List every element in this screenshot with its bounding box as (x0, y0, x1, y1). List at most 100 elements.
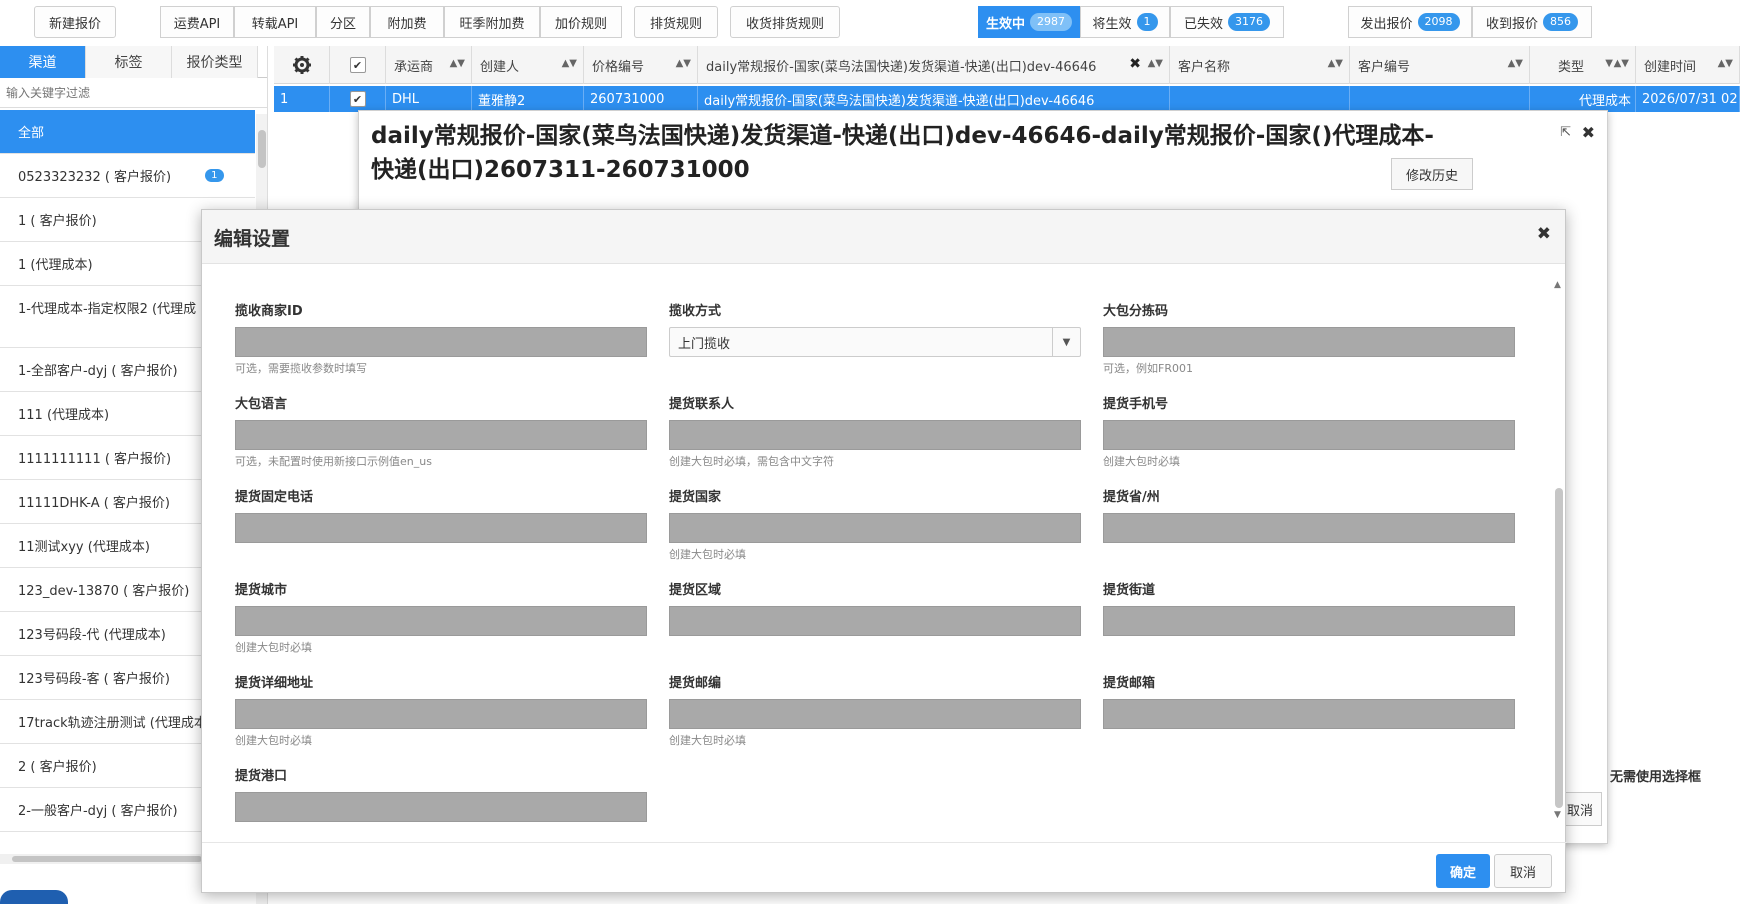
field-label: 大包分拣码 (1103, 304, 1169, 319)
field-label: 揽收商家ID (235, 304, 303, 319)
dialog-footer: 确定 取消 (202, 842, 1567, 892)
peak-surcharge-button[interactable]: 旺季附加费 (444, 6, 540, 38)
list-item-label: 11111DHK-A ( 客户报价) (18, 496, 171, 511)
col-carrier[interactable]: 承运商 ▲▼ (386, 46, 472, 84)
field-label: 提货手机号 (1103, 397, 1169, 412)
pickup-method-value: 上门揽收 (678, 336, 731, 352)
pickup-street-input[interactable] (1103, 606, 1515, 636)
pickup-method-select[interactable]: 上门揽收 ▼ (669, 327, 1081, 357)
receive-shipping-rule-button[interactable]: 收货排货规则 (730, 6, 840, 38)
select-all-checkbox[interactable]: ✔ (330, 46, 386, 84)
close-icon[interactable]: ✖ (1537, 224, 1551, 244)
tab-tag[interactable]: 标签 (86, 46, 172, 78)
pickup-province-input[interactable] (1103, 513, 1515, 543)
sort-icon: ▲▼ (1327, 58, 1343, 69)
field-bag-sort-code: 大包分拣码 可选，例如FR001 (1103, 300, 1515, 375)
field-pickup-email: 提货邮箱 (1103, 672, 1515, 729)
external-link-icon[interactable]: ⇱ (1560, 125, 1571, 140)
row-creator: 董雅静2 (472, 86, 584, 112)
field-label: 提货固定电话 (235, 490, 314, 505)
list-item-label: 1 (代理成本) (18, 258, 93, 273)
quote-detail-title: daily常规报价-国家(菜鸟法国快递)发货渠道-快递(出口)dev-46646… (371, 123, 1434, 183)
chevron-down-icon: ▼ (1052, 328, 1080, 356)
zone-button[interactable]: 分区 (316, 6, 370, 38)
settings-gear-icon[interactable] (274, 46, 330, 84)
sort-icon: ▲▼ (561, 58, 577, 69)
scroll-down-icon[interactable]: ▼ (1554, 810, 1561, 820)
col-created-time-label: 创建时间 (1644, 59, 1697, 75)
col-type[interactable]: 类型 ▼ ▲▼ (1530, 46, 1636, 84)
new-quote-button[interactable]: 新建报价 (34, 6, 116, 38)
pickup-contact-input[interactable] (669, 420, 1081, 450)
tab-expired-label: 已失效 (1183, 16, 1223, 32)
left-hscrollbar-thumb[interactable] (12, 856, 202, 862)
pickup-district-input[interactable] (669, 606, 1081, 636)
filter-input[interactable] (0, 78, 267, 108)
bag-language-input[interactable] (235, 420, 647, 450)
transfer-api-button[interactable]: 转载API (234, 6, 316, 38)
field-label: 揽收方式 (669, 304, 722, 319)
surcharge-button[interactable]: 附加费 (370, 6, 444, 38)
chat-bubble[interactable] (0, 890, 68, 904)
field-hint: 可选，需要揽收参数时填写 (235, 362, 367, 375)
bag-sort-code-input[interactable] (1103, 327, 1515, 357)
dropdown-caret-icon[interactable]: ▼ (1605, 58, 1613, 69)
tab-sent-quotes-label: 发出报价 (1360, 16, 1413, 32)
shipping-rule-button[interactable]: 排货规则 (634, 6, 718, 38)
list-item-label: 2 ( 客户报价) (18, 760, 97, 775)
col-price-no[interactable]: 价格编号 ▲▼ (584, 46, 698, 84)
list-item-label: 2-一般客户-dyj ( 客户报价) (18, 804, 178, 819)
row-checkbox[interactable]: ✔ (330, 86, 386, 112)
field-label: 提货省/州 (1103, 490, 1160, 505)
list-item-label: 0523323232 ( 客户报价) (18, 170, 172, 185)
pickup-mobile-input[interactable] (1103, 420, 1515, 450)
pickup-port-input[interactable] (235, 792, 647, 822)
col-created-time[interactable]: 创建时间 ▲▼ (1636, 46, 1740, 84)
close-icon[interactable]: ✖ (1582, 123, 1595, 142)
list-item[interactable]: 0523323232 ( 客户报价) 1 (0, 154, 255, 198)
col-carrier-label: 承运商 (394, 59, 434, 75)
col-customer-no[interactable]: 客户编号 ▲▼ (1350, 46, 1530, 84)
freight-api-button[interactable]: 运费API (160, 6, 234, 38)
cancel-button[interactable]: 取消 (1494, 854, 1552, 888)
tab-effective-count: 2987 (1030, 13, 1072, 31)
edit-history-button[interactable]: 修改历史 (1391, 158, 1473, 190)
scroll-up-icon[interactable]: ▲ (1554, 280, 1561, 290)
col-creator[interactable]: 创建人 ▲▼ (472, 46, 584, 84)
list-item-label: 123_dev-13870 ( 客户报价) (18, 584, 190, 599)
col-name-filter[interactable]: daily常规报价-国家(菜鸟法国快递)发货渠道-快递(出口)dev-46646… (698, 46, 1170, 84)
list-item[interactable]: 全部 (0, 110, 255, 154)
dialog-title: 编辑设置 (214, 228, 291, 250)
tab-channel[interactable]: 渠道 (0, 46, 86, 78)
tab-quote-type[interactable]: 报价类型 (172, 46, 258, 78)
tab-received-quotes-count: 856 (1543, 13, 1578, 31)
pickup-merchant-id-input[interactable] (235, 327, 647, 357)
field-label: 提货国家 (669, 490, 722, 505)
pickup-email-input[interactable] (1103, 699, 1515, 729)
field-label: 提货街道 (1103, 583, 1156, 598)
app-root: 新建报价 运费API 转载API 分区 附加费 旺季附加费 加价规则 排货规则 … (0, 0, 1740, 904)
pickup-country-input[interactable] (669, 513, 1081, 543)
pickup-postcode-input[interactable] (669, 699, 1081, 729)
clear-filter-icon[interactable]: ✖ (1129, 56, 1141, 72)
pickup-city-input[interactable] (235, 606, 647, 636)
confirm-button[interactable]: 确定 (1436, 854, 1490, 888)
field-pickup-landline: 提货固定电话 (235, 486, 647, 543)
tab-upcoming[interactable]: 将生效 1 (1080, 6, 1170, 38)
col-customer-name-label: 客户名称 (1178, 59, 1231, 75)
tab-received-quotes[interactable]: 收到报价 856 (1472, 6, 1592, 38)
field-pickup-district: 提货区域 (669, 579, 1081, 636)
tab-expired[interactable]: 已失效 3176 (1170, 6, 1284, 38)
pickup-landline-input[interactable] (235, 513, 647, 543)
tab-effective[interactable]: 生效中 2987 (978, 6, 1080, 38)
left-scrollbar-thumb[interactable] (258, 130, 266, 168)
dialog-header: 编辑设置 ✖ (202, 210, 1565, 264)
col-customer-name[interactable]: 客户名称 ▲▼ (1170, 46, 1350, 84)
dialog-scrollbar[interactable]: ▲ ▼ (1552, 280, 1566, 820)
table-row[interactable]: 1 ✔ DHL 董雅静2 260731000 daily常规报价-国家(菜鸟法国… (274, 86, 1740, 112)
markup-rule-button[interactable]: 加价规则 (540, 6, 622, 38)
list-item-label: 123号码段-客 ( 客户报价) (18, 672, 170, 687)
dialog-scrollbar-thumb[interactable] (1555, 488, 1563, 808)
pickup-address-input[interactable] (235, 699, 647, 729)
tab-sent-quotes[interactable]: 发出报价 2098 (1348, 6, 1472, 38)
